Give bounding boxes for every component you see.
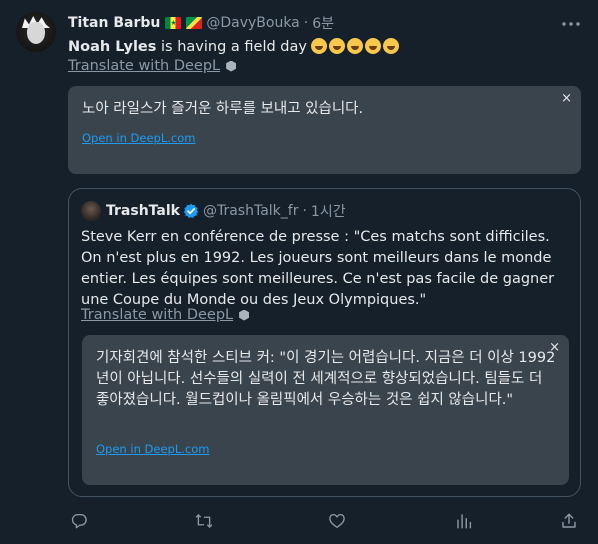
heart-icon[interactable] (326, 510, 348, 532)
translation-text: 기자회견에 참석한 스티브 커: "이 경기는 어렵습니다. 지금은 더 이상 … (96, 350, 556, 408)
author-handle[interactable]: @DavyBouka (206, 15, 299, 31)
tweet-timestamp[interactable]: 6분 (312, 13, 334, 33)
rofl-emoji-icon (382, 38, 399, 54)
rofl-emoji-icon (364, 38, 381, 54)
quoted-display-name[interactable]: TrashTalk (106, 203, 180, 219)
mention-text-bold: Noah Lyles (68, 39, 157, 55)
translate-deepl-link[interactable]: Translate with DeepL (81, 307, 250, 323)
author-display-name[interactable]: Titan Barbu (68, 15, 160, 31)
rofl-emoji-icon (346, 38, 363, 54)
analytics-icon[interactable] (453, 510, 475, 532)
open-in-deepl-link[interactable]: Open in DeepL.com (96, 442, 209, 456)
close-icon[interactable]: × (561, 92, 572, 106)
rofl-emoji-icon (310, 38, 327, 54)
quoted-avatar[interactable] (81, 201, 101, 221)
translate-deepl-link[interactable]: Translate with DeepL (68, 58, 237, 74)
quoted-tweet[interactable]: TrashTalk @TrashTalk_fr · 1시간 Steve Kerr… (68, 188, 581, 497)
tweet[interactable]: Titan Barbu ★ @DavyBouka · 6분 Noah Lyles… (0, 0, 598, 544)
tweet-text-body: is having a field day (156, 39, 307, 55)
retweet-icon[interactable] (193, 510, 215, 532)
congo-flag-icon (186, 17, 203, 29)
separator-dot: · (302, 203, 307, 219)
deepl-cube-icon (239, 309, 250, 321)
action-bar (68, 510, 581, 532)
reply-icon[interactable] (68, 510, 90, 532)
deepl-cube-icon (226, 60, 237, 72)
translate-link-label[interactable]: Translate with DeepL (81, 307, 233, 323)
open-in-deepl-link[interactable]: Open in DeepL.com (82, 131, 195, 145)
senegal-flag-icon: ★ (165, 17, 182, 29)
translation-box: × 노아 라일스가 즐거운 하루를 보내고 있습니다. Open in Deep… (68, 86, 581, 174)
quoted-tweet-header: TrashTalk @TrashTalk_fr · 1시간 (81, 201, 346, 221)
verified-badge-icon (183, 203, 199, 219)
quoted-tweet-text: Steve Kerr en conférence de presse : "Ce… (81, 229, 555, 308)
quoted-handle[interactable]: @TrashTalk_fr (203, 203, 299, 219)
tweet-header: Titan Barbu ★ @DavyBouka · 6분 (68, 13, 334, 33)
translation-box: × 기자회견에 참석한 스티브 커: "이 경기는 어렵습니다. 지금은 더 이… (82, 335, 569, 485)
more-icon[interactable] (560, 14, 582, 34)
share-icon[interactable] (558, 510, 580, 532)
translation-text: 노아 라일스가 즐거운 하루를 보내고 있습니다. (82, 101, 364, 117)
emoji-group (310, 38, 401, 55)
avatar-face (27, 22, 45, 44)
avatar[interactable] (16, 12, 56, 52)
tweet-text: Noah Lyles is having a field day (68, 37, 401, 57)
rofl-emoji-icon (328, 38, 345, 54)
quoted-timestamp[interactable]: 1시간 (311, 201, 346, 221)
translate-link-label[interactable]: Translate with DeepL (68, 58, 220, 74)
separator-dot: · (303, 15, 309, 31)
